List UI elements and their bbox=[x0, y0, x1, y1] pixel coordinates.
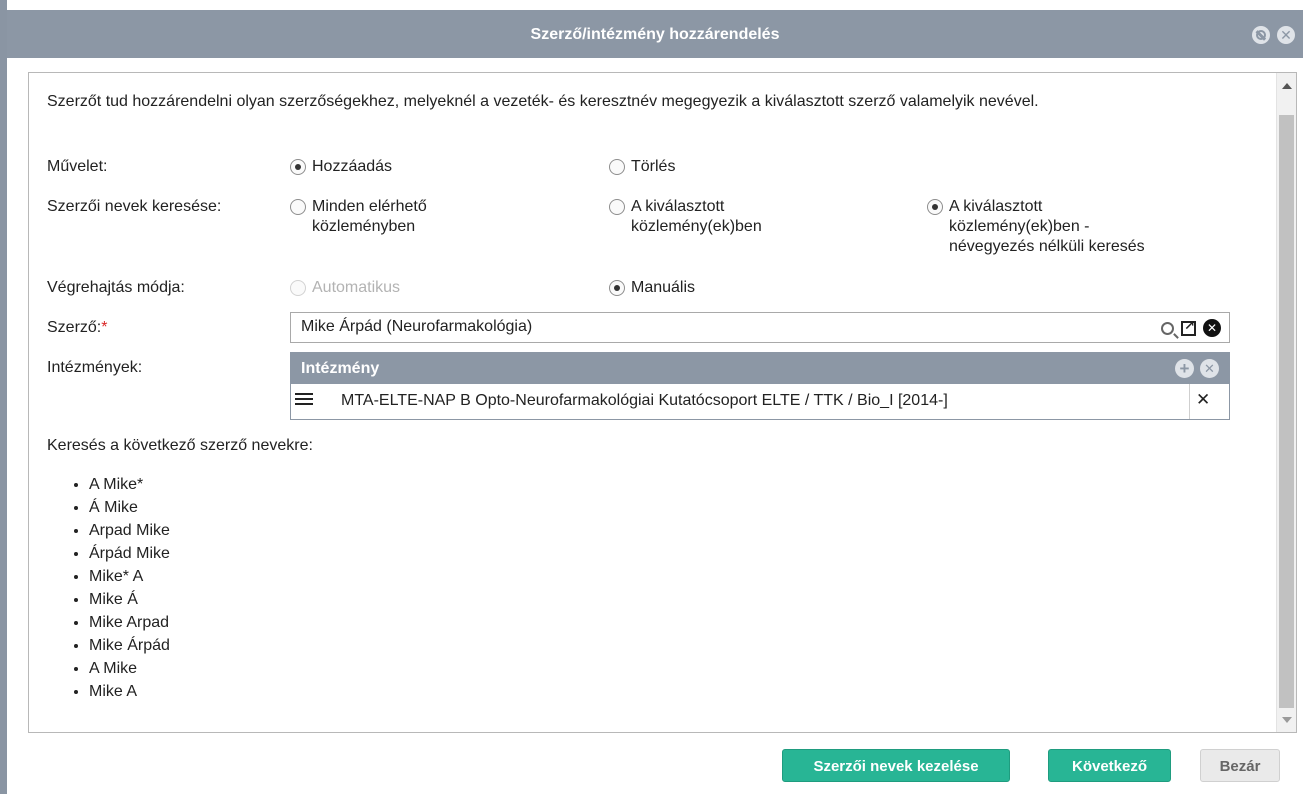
scrollbar-thumb[interactable] bbox=[1279, 115, 1294, 708]
option-line: A kiválasztott bbox=[631, 198, 725, 215]
minimize-icon[interactable] bbox=[1252, 26, 1270, 44]
author-field[interactable]: Mike Árpád (Neurofarmakológia) ✕ bbox=[290, 312, 1230, 343]
execution-mode-label: Végrehajtás módja: bbox=[47, 279, 185, 296]
radio-manual[interactable]: Manuális bbox=[609, 278, 695, 298]
list-item: Mike Arpad bbox=[89, 611, 170, 634]
remove-all-icon[interactable]: ✕ bbox=[1200, 359, 1219, 378]
radio-add-indicator[interactable] bbox=[290, 159, 306, 175]
background-window-edge bbox=[0, 0, 7, 794]
radio-all-publications-indicator[interactable] bbox=[290, 199, 306, 215]
remove-row-icon[interactable]: ✕ bbox=[1196, 390, 1210, 410]
list-item: Arpad Mike bbox=[89, 519, 170, 542]
titlebar-controls: ✕ bbox=[1252, 26, 1295, 44]
column-header-institution: Intézmény bbox=[301, 360, 380, 377]
author-value[interactable]: Mike Árpád (Neurofarmakológia) bbox=[301, 318, 532, 336]
vertical-scrollbar[interactable] bbox=[1276, 73, 1296, 732]
required-mark: * bbox=[101, 319, 108, 336]
dialog-content: Szerzőt tud hozzárendelni olyan szerzősé… bbox=[28, 72, 1297, 733]
author-label: Szerző:* bbox=[47, 319, 107, 337]
radio-selected-publications-indicator[interactable] bbox=[609, 199, 625, 215]
dialog-title: Szerző/intézmény hozzárendelés bbox=[530, 26, 780, 43]
list-item: Á Mike bbox=[89, 496, 170, 519]
radio-all-publications-label: Minden elérhető közleményben bbox=[312, 197, 427, 237]
radio-delete-label: Törlés bbox=[631, 158, 676, 175]
list-item: Mike Á bbox=[89, 588, 170, 611]
assignment-dialog: Szerző/intézmény hozzárendelés ✕ Szerzőt… bbox=[7, 10, 1303, 794]
option-line: közleményben bbox=[312, 218, 416, 235]
author-field-actions: ✕ bbox=[1161, 318, 1221, 337]
institutions-label: Intézmények: bbox=[47, 359, 143, 376]
search-icon[interactable] bbox=[1161, 321, 1174, 335]
add-icon[interactable]: + bbox=[1175, 359, 1194, 378]
radio-add[interactable]: Hozzáadás bbox=[290, 157, 392, 177]
scroll-down-icon[interactable] bbox=[1282, 717, 1292, 723]
radio-add-label: Hozzáadás bbox=[312, 158, 393, 175]
search-names-title: Keresés a következő szerző nevekre: bbox=[47, 437, 313, 454]
list-item: Árpád Mike bbox=[89, 542, 170, 565]
clear-icon[interactable]: ✕ bbox=[1203, 319, 1221, 337]
radio-automatic: Automatikus bbox=[290, 278, 400, 298]
institution-name: MTA-ELTE-NAP B Opto-Neurofarmakológiai K… bbox=[341, 392, 948, 409]
list-item: A Mike bbox=[89, 657, 170, 680]
dialog-titlebar: Szerző/intézmény hozzárendelés ✕ bbox=[7, 10, 1303, 58]
name-search-label: Szerzői nevek keresése: bbox=[47, 198, 222, 215]
institutions-grid: Intézmény + ✕ MTA-ELTE-NAP B Opto-Neurof… bbox=[290, 352, 1230, 420]
radio-manual-indicator[interactable] bbox=[609, 280, 625, 296]
radio-selected-publications-label: A kiválasztott közlemény(ek)ben bbox=[631, 197, 762, 237]
option-line: névegyezés nélküli keresés bbox=[949, 238, 1145, 255]
radio-delete[interactable]: Törlés bbox=[609, 157, 675, 177]
list-item: Mike Árpád bbox=[89, 634, 170, 657]
list-item: A Mike* bbox=[89, 473, 170, 496]
grid-header-actions: + ✕ bbox=[1175, 359, 1219, 378]
list-item: Mike* A bbox=[89, 565, 170, 588]
option-line: közlemény(ek)ben bbox=[631, 218, 762, 235]
table-row[interactable]: MTA-ELTE-NAP B Opto-Neurofarmakológiai K… bbox=[291, 384, 1229, 419]
radio-automatic-label: Automatikus bbox=[312, 279, 401, 296]
open-external-icon[interactable] bbox=[1181, 318, 1196, 336]
radio-automatic-indicator bbox=[290, 280, 306, 296]
radio-manual-label: Manuális bbox=[631, 279, 696, 296]
radio-selected-no-name-match-indicator[interactable] bbox=[927, 199, 943, 215]
radio-all-publications[interactable]: Minden elérhető közleményben bbox=[290, 197, 427, 237]
search-names-list: A Mike* Á Mike Arpad Mike Árpád Mike Mik… bbox=[89, 473, 170, 703]
grid-header: Intézmény + ✕ bbox=[291, 353, 1229, 384]
scroll-up-icon[interactable] bbox=[1282, 83, 1292, 89]
column-divider bbox=[1189, 384, 1190, 419]
radio-delete-indicator[interactable] bbox=[609, 159, 625, 175]
manage-names-button[interactable]: Szerzői nevek kezelése bbox=[782, 749, 1010, 782]
radio-selected-no-name-match[interactable]: A kiválasztott közlemény(ek)ben - névegy… bbox=[927, 197, 1145, 257]
next-button[interactable]: Következő bbox=[1048, 749, 1171, 782]
close-icon[interactable]: ✕ bbox=[1277, 26, 1295, 44]
option-line: A kiválasztott bbox=[949, 198, 1043, 215]
radio-selected-no-name-match-label: A kiválasztott közlemény(ek)ben - névegy… bbox=[949, 197, 1145, 257]
radio-selected-publications[interactable]: A kiválasztott közlemény(ek)ben bbox=[609, 197, 762, 237]
author-label-text: Szerző: bbox=[47, 319, 102, 336]
list-item: Mike A bbox=[89, 680, 170, 703]
intro-text: Szerzőt tud hozzárendelni olyan szerzősé… bbox=[47, 93, 1039, 110]
option-line: Minden elérhető bbox=[312, 198, 427, 215]
option-line: közlemény(ek)ben - bbox=[949, 218, 1090, 235]
close-button[interactable]: Bezár bbox=[1200, 749, 1280, 782]
operation-label: Művelet: bbox=[47, 158, 108, 175]
drag-handle-icon[interactable] bbox=[295, 393, 313, 410]
